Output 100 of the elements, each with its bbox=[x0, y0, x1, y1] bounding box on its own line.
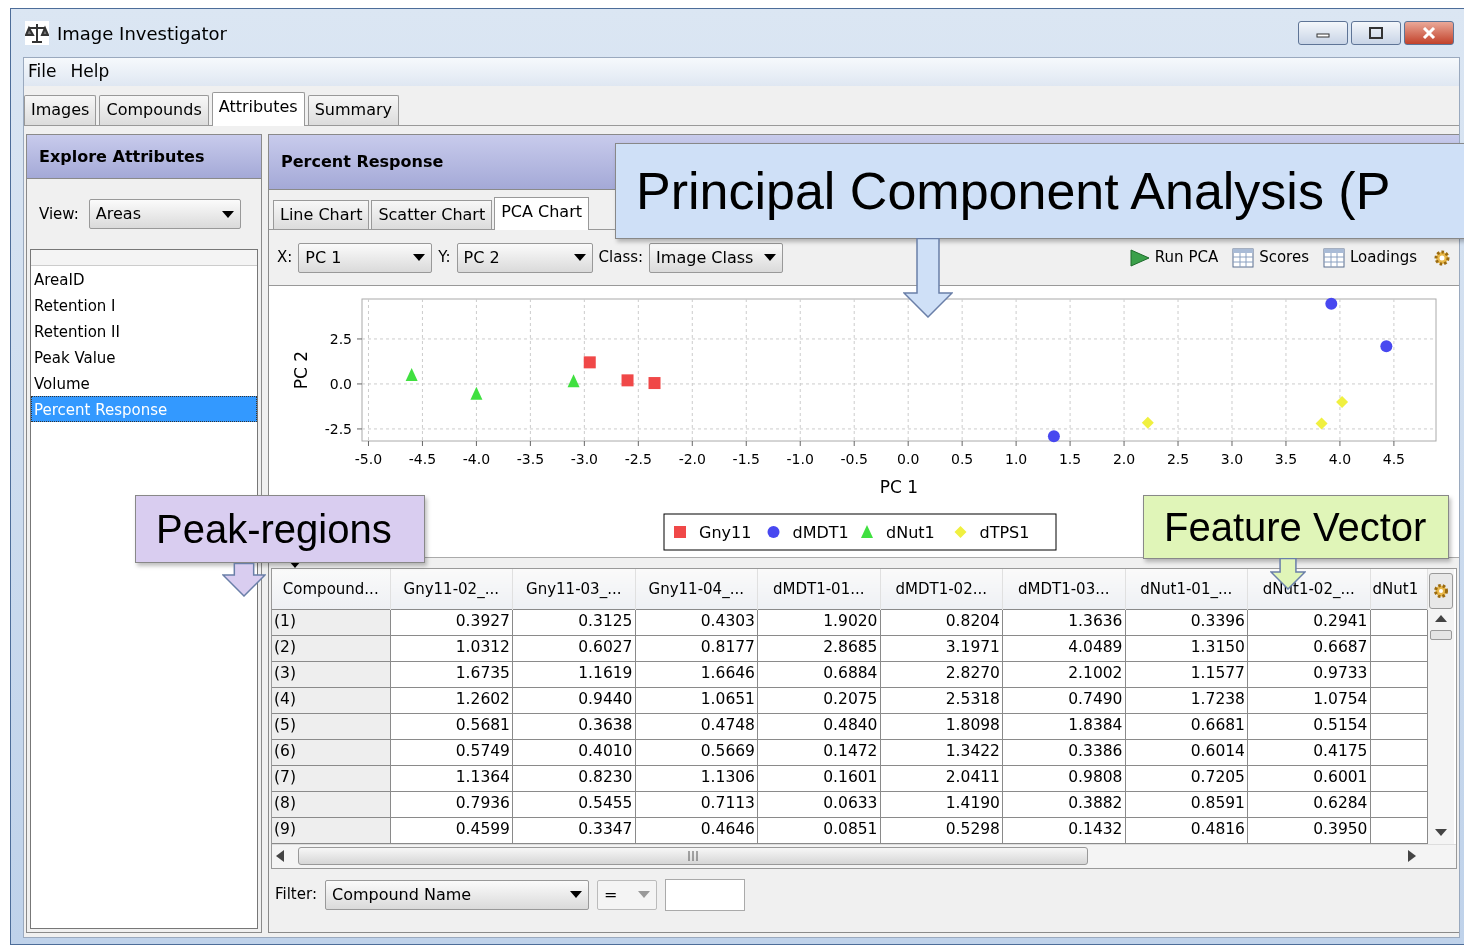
legend-label: dTPS1 bbox=[979, 523, 1030, 542]
filter-field-dropdown[interactable]: Compound Name bbox=[324, 879, 589, 910]
table-cell: 0.0851 bbox=[757, 817, 880, 843]
tick-label: -1.0 bbox=[786, 451, 814, 467]
tab[interactable]: Summary bbox=[307, 95, 400, 125]
x-label: X: bbox=[277, 247, 293, 269]
tick-label: 3.0 bbox=[1220, 451, 1244, 467]
table-cell: 2.8270 bbox=[880, 661, 1003, 687]
legend-label: dNut1 bbox=[886, 523, 935, 542]
table-cell: 0.0633 bbox=[757, 791, 880, 817]
table-cell: 0.7936 bbox=[390, 791, 513, 817]
table-cell: 0.3882 bbox=[1002, 791, 1125, 817]
legend-label: Gny11 bbox=[699, 523, 752, 542]
tick-label: -4.0 bbox=[462, 451, 491, 467]
table-cell: 3.1971 bbox=[880, 635, 1003, 661]
table-cell: 0.9733 bbox=[1247, 661, 1370, 687]
chart-tab[interactable]: Line Chart bbox=[273, 200, 370, 229]
column-header[interactable]: Gny11-03_... bbox=[512, 569, 635, 609]
row-header: (4) bbox=[272, 687, 390, 713]
tab[interactable]: Compounds bbox=[99, 95, 209, 125]
column-header[interactable]: dNut1-01_... bbox=[1125, 569, 1248, 609]
tick-label: -2.5 bbox=[324, 420, 352, 437]
table-cell: 1.4190 bbox=[880, 791, 1003, 817]
table-cell: 0.4646 bbox=[635, 817, 758, 843]
menu-item[interactable]: File bbox=[28, 59, 57, 85]
chart-tab[interactable]: PCA Chart bbox=[494, 197, 589, 230]
table-cell: 0.5669 bbox=[635, 739, 758, 765]
x-axis-dropdown[interactable]: PC 1 bbox=[298, 242, 433, 273]
table-cell: 0.6284 bbox=[1247, 791, 1370, 817]
tick-label: -1.5 bbox=[732, 451, 760, 467]
chart-tab[interactable]: Scatter Chart bbox=[371, 200, 493, 229]
panel-title: Percent Response bbox=[281, 151, 444, 173]
table-cell: 1.1306 bbox=[635, 765, 758, 791]
table-cell: 0.5455 bbox=[512, 791, 635, 817]
table-cell: 0.3927 bbox=[390, 609, 513, 635]
table-cell: 1.6646 bbox=[635, 661, 758, 687]
table-cell: 0.8230 bbox=[512, 765, 635, 791]
callout-text: Peak-regions bbox=[156, 506, 392, 553]
operator-dropdown[interactable]: = bbox=[596, 879, 657, 910]
row-header: (1) bbox=[272, 609, 390, 635]
list-item[interactable]: Volume bbox=[31, 370, 257, 396]
view-dropdown[interactable]: Areas bbox=[88, 199, 241, 229]
list-item[interactable]: Peak Value bbox=[31, 344, 257, 370]
column-header[interactable]: dMDT1-03... bbox=[1002, 569, 1125, 609]
table-cell: 0.2075 bbox=[757, 687, 880, 713]
table-cell: 0.6687 bbox=[1247, 635, 1370, 661]
list-item[interactable]: AreaID bbox=[31, 266, 257, 292]
table-cell: 1.6735 bbox=[390, 661, 513, 687]
table-cell: 0.4748 bbox=[635, 713, 758, 739]
column-header[interactable]: dMDT1-02... bbox=[880, 569, 1003, 609]
table-cell: 0.4010 bbox=[512, 739, 635, 765]
table-cell: 0.6027 bbox=[512, 635, 635, 661]
table-cell: 1.9020 bbox=[757, 609, 880, 635]
table-cell: 0.3125 bbox=[512, 609, 635, 635]
axis-title: PC 2 bbox=[291, 350, 311, 390]
table-cell: 1.8098 bbox=[880, 713, 1003, 739]
list-item[interactable]: Retention II bbox=[31, 318, 257, 344]
table-cell: 1.8384 bbox=[1002, 713, 1125, 739]
tick-label: 0.5 bbox=[951, 451, 974, 467]
toolbar-button[interactable]: Loadings bbox=[1319, 246, 1421, 269]
table-cell: 0.5154 bbox=[1247, 713, 1370, 739]
table-cell: 0.5681 bbox=[390, 713, 513, 739]
tick-label: 1.5 bbox=[1058, 451, 1082, 467]
table-cell: 0.3386 bbox=[1002, 739, 1125, 765]
table-cell: 0.3347 bbox=[512, 817, 635, 843]
class-label: Class: bbox=[598, 247, 644, 269]
panel-title: Explore Attributes bbox=[39, 145, 205, 168]
tick-label: -3.5 bbox=[516, 451, 545, 467]
column-header[interactable]: dNut1 bbox=[1370, 569, 1427, 609]
y-axis-dropdown[interactable]: PC 2 bbox=[456, 242, 593, 273]
table-cell: 0.9808 bbox=[1002, 765, 1125, 791]
column-header[interactable]: Gny11-04_... bbox=[635, 569, 758, 609]
table-cell: 1.1577 bbox=[1125, 661, 1248, 687]
class-dropdown[interactable]: Image Class bbox=[649, 242, 784, 273]
column-header[interactable]: Compound... bbox=[272, 569, 390, 609]
table-cell: 1.0754 bbox=[1247, 687, 1370, 713]
column-header[interactable]: dMDT1-01... bbox=[757, 569, 880, 609]
axis-title: PC 1 bbox=[879, 477, 919, 497]
filter-label: Filter: bbox=[275, 884, 317, 906]
callout-text: Feature Vector bbox=[1164, 504, 1427, 551]
menu-item[interactable]: Help bbox=[70, 59, 110, 85]
run-button[interactable]: Run PCA bbox=[1125, 246, 1223, 269]
tab[interactable]: Attributes bbox=[211, 92, 305, 126]
table-cell: 2.8685 bbox=[757, 635, 880, 661]
toolbar-button[interactable]: Scores bbox=[1228, 246, 1313, 269]
tab[interactable]: Images bbox=[24, 95, 97, 125]
tick-label: 0.0 bbox=[329, 375, 352, 392]
tick-label: 2.0 bbox=[1112, 451, 1136, 467]
table-cell: 0.1432 bbox=[1002, 817, 1125, 843]
column-header[interactable]: dNut1-02_... bbox=[1247, 569, 1370, 609]
table-cell: 1.3422 bbox=[880, 739, 1003, 765]
table-cell: 0.6681 bbox=[1125, 713, 1248, 739]
table-cell: 2.5318 bbox=[880, 687, 1003, 713]
list-item[interactable]: Retention I bbox=[31, 292, 257, 318]
tick-label: 2.5 bbox=[1166, 451, 1190, 467]
table-cell: 0.2941 bbox=[1247, 609, 1370, 635]
column-header[interactable]: Gny11-02_... bbox=[390, 569, 513, 609]
table-cell: 0.6884 bbox=[757, 661, 880, 687]
tick-label: -2.5 bbox=[624, 451, 652, 467]
view-label: View: bbox=[39, 203, 79, 225]
